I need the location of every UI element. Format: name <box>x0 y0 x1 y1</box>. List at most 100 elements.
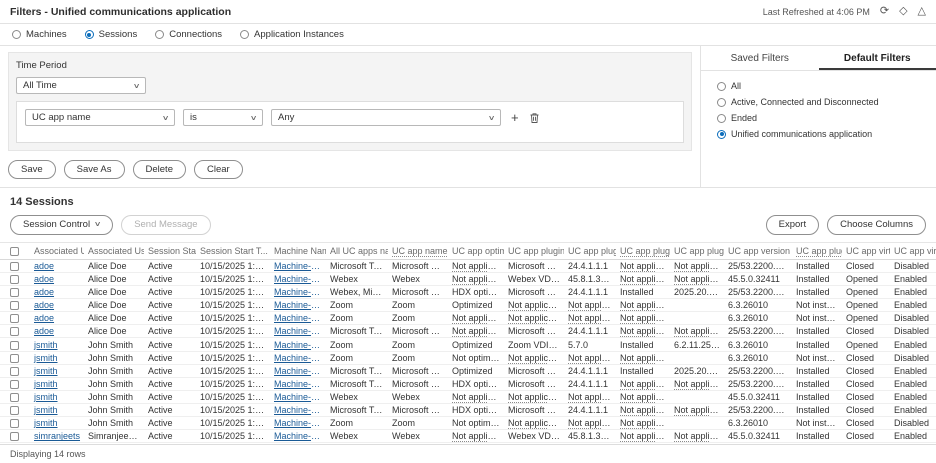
delete-condition-icon[interactable] <box>529 109 540 126</box>
table-row[interactable]: jsmithJohn SmithActive10/15/2025 1:55 PM… <box>0 351 936 365</box>
row-checkbox[interactable] <box>10 288 19 298</box>
refresh-icon[interactable]: ⟳ <box>880 6 889 17</box>
table-row[interactable]: jsmithJohn SmithActive10/15/2025 1:55 PM… <box>0 377 936 391</box>
table-row[interactable]: jsmithJohn SmithActive10/15/2025 1:55 PM… <box>0 364 936 378</box>
column-header-8-uc-app-plugin[interactable]: UC app plugin ... <box>504 241 564 260</box>
row-checkbox[interactable] <box>10 353 19 363</box>
table-row[interactable]: jsmithJohn SmithActive10/15/2025 1:55 PM… <box>0 390 936 405</box>
machine-name-link[interactable]: Machine-200 <box>270 311 326 326</box>
view-radio-machines[interactable]: Machines <box>12 29 67 40</box>
associated-user-link[interactable]: jsmith <box>30 403 84 418</box>
column-header-10-uc-app-plugin-i[interactable]: UC app plugin i... <box>616 241 670 260</box>
send-message-button[interactable]: Send Message <box>121 215 211 235</box>
clear-button[interactable]: Clear <box>193 160 243 180</box>
machine-name-link[interactable]: Machine-200 <box>270 324 326 339</box>
select-all-checkbox[interactable] <box>10 246 19 256</box>
save-as-button[interactable]: Save As <box>63 160 125 180</box>
delete-button[interactable]: Delete <box>132 160 186 180</box>
row-checkbox[interactable] <box>10 314 19 324</box>
associated-user-link[interactable]: adoe <box>30 272 84 286</box>
machine-name-link[interactable]: Machine-201 <box>270 337 326 352</box>
associated-user-link[interactable]: jsmith <box>30 337 84 352</box>
column-header-4-machine-name[interactable]: Machine Name <box>270 241 326 260</box>
table-row[interactable]: adoeAlice DoeActive10/15/2025 1:55 PMMac… <box>0 298 936 313</box>
table-row[interactable]: jsmithJohn SmithActive10/15/2025 1:55 PM… <box>0 337 936 352</box>
tab-saved-filters[interactable]: Saved Filters <box>701 46 819 70</box>
filter-field-select[interactable]: UC app name ∨ <box>25 109 175 126</box>
associated-user-link[interactable]: simranjeets <box>30 429 84 444</box>
machine-name-link[interactable]: Machine-200 <box>270 298 326 313</box>
machine-name-link[interactable]: Machine-200 <box>270 285 326 300</box>
row-checkbox[interactable] <box>10 393 19 403</box>
machine-name-link[interactable]: Machine-200 <box>270 272 326 286</box>
machine-name-link[interactable]: Machine-200 <box>270 429 326 444</box>
associated-user-link[interactable]: adoe <box>30 324 84 339</box>
machine-name-link[interactable]: Machine-201 <box>270 351 326 365</box>
row-checkbox[interactable] <box>10 419 19 429</box>
associated-user-link[interactable]: jsmith <box>30 351 84 365</box>
column-header-14-uc-app-virtual[interactable]: UC app virtual ... <box>842 241 890 260</box>
filter-option-all[interactable]: All <box>717 81 920 91</box>
filter-option-active-connected-and-disconnected[interactable]: Active, Connected and Disconnected <box>717 97 920 107</box>
time-period-select[interactable]: All Time ∨ <box>16 77 146 94</box>
machine-name-link[interactable]: Machine-201 <box>270 416 326 431</box>
column-header-11-uc-app-plugin[interactable]: UC app plugin ... <box>670 241 724 260</box>
row-checkbox[interactable] <box>10 366 19 376</box>
filter-option-ended[interactable]: Ended <box>717 113 920 123</box>
row-checkbox[interactable] <box>10 301 19 311</box>
table-row[interactable]: simranjeetsSimranjeet SinghActive10/15/2… <box>0 429 936 444</box>
column-header-0-associated-user[interactable]: Associated User↑ <box>30 241 84 260</box>
row-checkbox[interactable] <box>10 340 19 350</box>
table-row[interactable]: adoeAlice DoeActive10/15/2025 1:55 PMMac… <box>0 324 936 339</box>
machine-name-link[interactable]: Machine-200 <box>270 259 326 273</box>
save-button[interactable]: Save <box>8 160 56 180</box>
add-condition-icon[interactable]: + <box>509 109 521 126</box>
machine-name-link[interactable]: Machine-201 <box>270 364 326 378</box>
choose-columns-button[interactable]: Choose Columns <box>827 215 926 235</box>
table-row[interactable]: jsmithJohn SmithActive10/15/2025 1:55 PM… <box>0 416 936 431</box>
table-row[interactable]: adoeAlice DoeActive10/15/2025 1:55 PMMac… <box>0 259 936 273</box>
associated-user-link[interactable]: adoe <box>30 298 84 313</box>
machine-name-link[interactable]: Machine-201 <box>270 390 326 405</box>
view-radio-application-instances[interactable]: Application Instances <box>240 29 344 40</box>
table-row[interactable]: adoeAlice DoeActive10/15/2025 1:55 PMMac… <box>0 311 936 326</box>
column-header-12-uc-app-version[interactable]: UC app version <box>724 241 792 260</box>
associated-user-link[interactable]: adoe <box>30 285 84 300</box>
filter-value-select[interactable]: Any ∨ <box>271 109 501 126</box>
column-header-5-all-uc-apps-na[interactable]: All UC apps na... <box>326 241 388 260</box>
associated-user-link[interactable]: adoe <box>30 259 84 273</box>
associated-user-link[interactable]: jsmith <box>30 390 84 405</box>
machine-name-link[interactable]: Machine-201 <box>270 377 326 391</box>
column-header-9-uc-app-plugin[interactable]: UC app plugin ... <box>564 241 616 260</box>
associated-user-link[interactable]: adoe <box>30 311 84 326</box>
alerts-icon[interactable]: △ <box>918 6 926 17</box>
column-header-15-uc-app-virtual[interactable]: UC app virtual ... <box>890 241 936 260</box>
tab-default-filters[interactable]: Default Filters <box>819 46 936 70</box>
row-checkbox[interactable] <box>10 261 19 271</box>
view-radio-connections[interactable]: Connections <box>155 29 222 40</box>
associated-user-link[interactable]: jsmith <box>30 416 84 431</box>
associated-user-link[interactable]: jsmith <box>30 364 84 378</box>
view-radio-sessions[interactable]: Sessions <box>84 29 137 40</box>
column-header-3-session-start-t[interactable]: Session Start T... <box>196 241 270 260</box>
machine-name-link[interactable]: Machine-201 <box>270 403 326 418</box>
table-row[interactable]: jsmithJohn SmithActive10/15/2025 1:55 PM… <box>0 403 936 418</box>
row-checkbox[interactable] <box>10 406 19 416</box>
column-header-1-associated-use[interactable]: Associated Use... <box>84 241 144 260</box>
row-checkbox[interactable] <box>10 274 19 284</box>
associated-user-link[interactable]: jsmith <box>30 377 84 391</box>
row-checkbox[interactable] <box>10 379 19 389</box>
column-header-2-session-state[interactable]: Session State <box>144 241 196 260</box>
column-header-7-uc-app-optimiz[interactable]: UC app optimiz... <box>448 241 504 260</box>
table-row[interactable]: adoeAlice DoeActive10/15/2025 1:55 PMMac… <box>0 285 936 300</box>
row-checkbox[interactable] <box>10 327 19 337</box>
session-control-button[interactable]: Session Control ∨ <box>10 215 114 235</box>
export-button[interactable]: Export <box>765 215 820 235</box>
filter-option-unified-communications-application[interactable]: Unified communications application <box>717 129 920 139</box>
row-checkbox[interactable] <box>10 432 19 442</box>
column-header-6-uc-app-name[interactable]: UC app name <box>388 241 448 260</box>
filter-operator-select[interactable]: is ∨ <box>183 109 263 126</box>
column-header-13-uc-app-plugin[interactable]: UC app plugin... <box>792 241 842 260</box>
table-row[interactable]: adoeAlice DoeActive10/15/2025 1:55 PMMac… <box>0 272 936 286</box>
expand-icon[interactable]: ◇ <box>899 6 907 17</box>
